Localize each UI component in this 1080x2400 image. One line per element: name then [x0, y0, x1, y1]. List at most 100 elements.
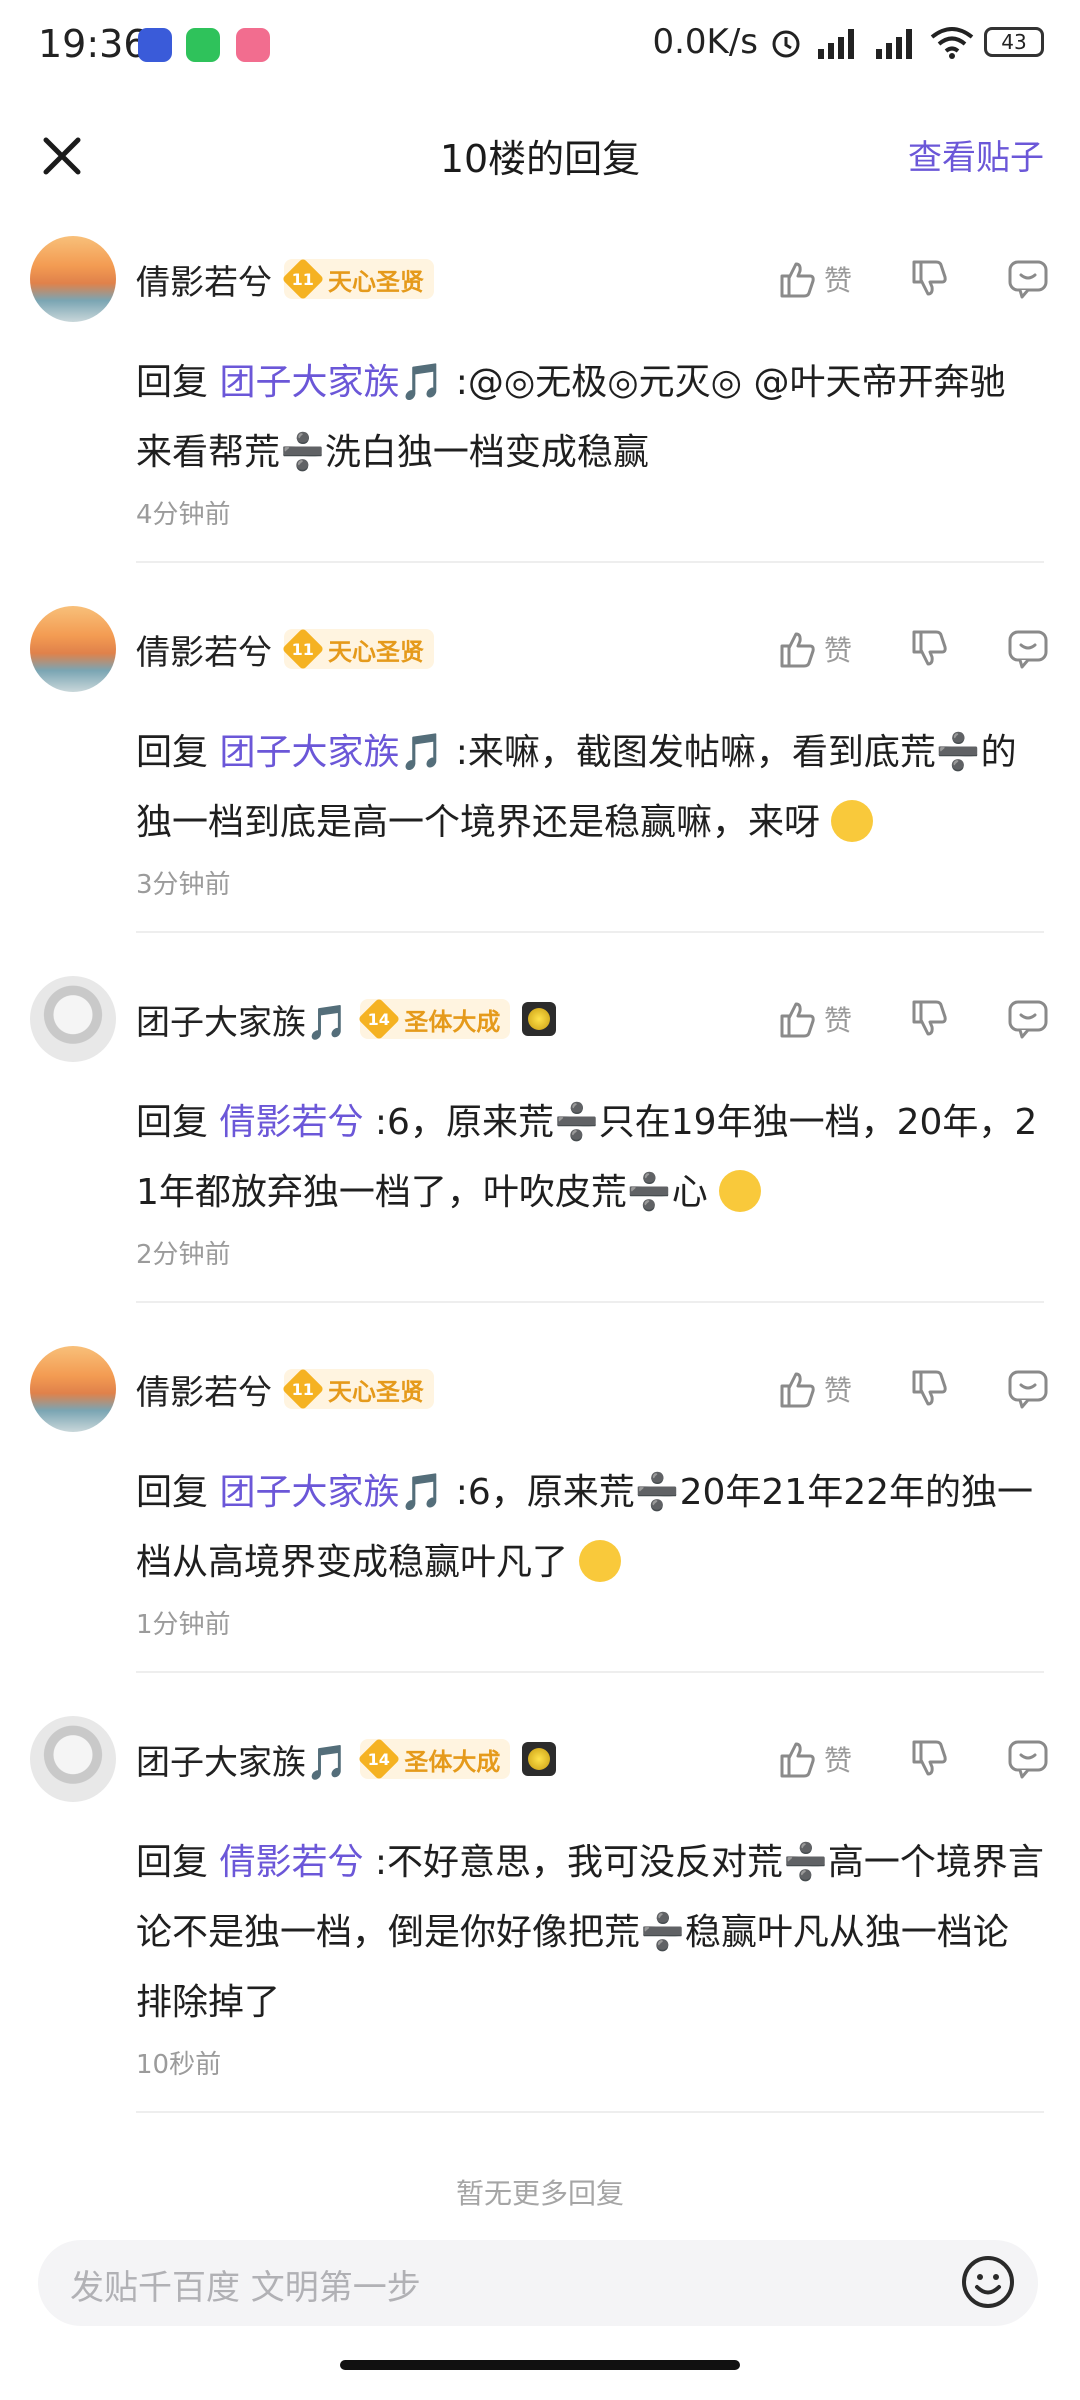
thumbs-down-icon	[912, 630, 947, 666]
view-post-link[interactable]: 查看贴子	[908, 130, 1044, 179]
like-button[interactable]: 赞	[776, 258, 852, 300]
thumbs-up-icon	[780, 632, 815, 668]
status-right: 0.0K/s 43	[652, 22, 1044, 62]
thumbs-down-icon	[912, 1000, 947, 1036]
reply-content[interactable]: 回复 倩影若兮 :不好意思，我可没反对荒➗高一个境界言论不是独一档，倒是你好像把…	[136, 1828, 1044, 2038]
level-number: 11	[291, 269, 315, 289]
level-gem-icon: 14	[358, 1737, 401, 1781]
comment-icon	[1008, 1370, 1048, 1409]
reply-content[interactable]: 回复 倩影若兮 :6，原来荒➗只在19年独一档，20年，21年都放弃独一档了，叶…	[136, 1088, 1044, 1228]
thumbs-down-icon	[912, 260, 947, 296]
like-button[interactable]: 赞	[776, 998, 852, 1040]
dislike-button[interactable]	[908, 628, 950, 670]
level-gem-icon: 14	[358, 997, 401, 1041]
level-badge: 11 天心圣贤	[281, 627, 434, 671]
divider	[136, 1301, 1044, 1303]
reply-actions: 赞	[776, 982, 1050, 1056]
home-indicator[interactable]	[340, 2360, 740, 2370]
comment-icon	[1008, 1000, 1048, 1039]
rank-title: 圣体大成	[404, 1747, 501, 1776]
level-badge: 11 天心圣贤	[281, 1367, 434, 1411]
emoji-sticker-icon	[831, 800, 874, 842]
reply-target-user[interactable]: 团子大家族🎵	[219, 1472, 444, 1513]
status-bar: 19:36 0.0K/s 43	[0, 0, 1080, 96]
reply-content[interactable]: 回复 团子大家族🎵 :@◎无极◎元灭◎ @叶天帝开奔驰 来看帮荒➗洗白独一档变成…	[136, 348, 1044, 488]
level-gem-icon: 11	[281, 627, 325, 671]
thumbs-up-icon	[780, 1742, 815, 1778]
level-badge: 14 圣体大成	[358, 1737, 511, 1781]
like-label: 赞	[823, 1744, 852, 1777]
reply-content[interactable]: 回复 团子大家族🎵 :来嘛，截图发帖嘛，看到底荒➗的独一档到底是高一个境界还是稳…	[136, 718, 1044, 858]
rank-title: 天心圣贤	[328, 1377, 424, 1406]
reply-time: 3分钟前	[136, 870, 231, 900]
comment-icon	[1008, 1740, 1048, 1779]
thumbs-up-icon	[780, 1372, 815, 1408]
avatar[interactable]	[30, 1716, 116, 1802]
signal-hd-icon	[818, 29, 854, 59]
level-number: 11	[291, 1379, 315, 1399]
medal-icon	[522, 1002, 557, 1036]
thumbs-down-icon	[912, 1370, 947, 1406]
reply-item[interactable]: 团子大家族🎵 14 圣体大成 赞 回复 倩影若兮 :6，原来荒➗只在19年独一档…	[0, 976, 1080, 1303]
reply-target-user[interactable]: 团子大家族🎵	[219, 732, 444, 773]
reply-prefix: 回复	[136, 732, 220, 773]
reply-time: 2分钟前	[136, 1240, 231, 1270]
reply-prefix: 回复	[136, 1842, 220, 1883]
level-badge: 11 天心圣贤	[281, 257, 434, 301]
no-more-replies: 暂无更多回复	[455, 2177, 624, 2210]
like-label: 赞	[823, 1004, 852, 1037]
comment-button[interactable]	[1006, 628, 1050, 670]
medal-icon	[522, 1742, 557, 1776]
smiley-icon	[962, 2256, 1014, 2308]
like-button[interactable]: 赞	[776, 628, 852, 670]
reply-content[interactable]: 回复 团子大家族🎵 :6，原来荒➗20年21年22年的独一档从高境界变成稳赢叶凡…	[136, 1458, 1044, 1598]
level-gem-icon: 11	[281, 1367, 325, 1411]
reply-target-user[interactable]: 倩影若兮	[219, 1102, 363, 1143]
username[interactable]: 倩影若兮	[136, 625, 272, 674]
username[interactable]: 团子大家族🎵	[136, 1735, 348, 1784]
reply-item[interactable]: 倩影若兮 11 天心圣贤 赞 回复 团子大家族🎵 :@◎无极◎元灭◎ @叶天帝开…	[0, 236, 1080, 563]
reply-target-user[interactable]: 倩影若兮	[219, 1842, 363, 1883]
level-number: 14	[368, 1009, 391, 1029]
like-label: 赞	[823, 634, 852, 667]
rank-title: 天心圣贤	[328, 637, 424, 666]
comment-button[interactable]	[1006, 1368, 1050, 1410]
avatar[interactable]	[30, 236, 116, 322]
avatar[interactable]	[30, 1346, 116, 1432]
username[interactable]: 倩影若兮	[136, 1365, 272, 1414]
like-button[interactable]: 赞	[776, 1738, 852, 1780]
comment-button[interactable]	[1006, 1738, 1050, 1780]
reply-input[interactable]: 发贴千百度 文明第一步	[38, 2240, 1038, 2326]
dislike-button[interactable]	[908, 1738, 950, 1780]
username[interactable]: 团子大家族🎵	[136, 995, 348, 1044]
reply-item[interactable]: 倩影若兮 11 天心圣贤 赞 回复 团子大家族🎵 :6，原来荒➗20年21年22…	[0, 1346, 1080, 1673]
rank-title: 圣体大成	[404, 1007, 501, 1036]
reply-actions: 赞	[776, 1722, 1050, 1796]
dislike-button[interactable]	[908, 998, 950, 1040]
level-number: 14	[368, 1749, 391, 1769]
comment-button[interactable]	[1006, 998, 1050, 1040]
emoji-button[interactable]	[960, 2254, 1016, 2310]
emoji-sticker-icon	[579, 1540, 622, 1582]
username[interactable]: 倩影若兮	[136, 255, 272, 304]
avatar[interactable]	[30, 606, 116, 692]
status-time: 19:36	[38, 22, 148, 66]
like-label: 赞	[823, 1374, 852, 1407]
level-badge: 14 圣体大成	[358, 997, 511, 1041]
dislike-button[interactable]	[908, 258, 950, 300]
wifi-icon	[930, 27, 974, 59]
rank-title: 天心圣贤	[328, 267, 424, 296]
header-bar: 10楼的回复 查看贴子	[0, 110, 1080, 200]
wechat-icon	[186, 28, 220, 62]
reply-item[interactable]: 倩影若兮 11 天心圣贤 赞 回复 团子大家族🎵 :来嘛，截图发帖嘛，看到底荒➗…	[0, 606, 1080, 933]
avatar[interactable]	[30, 976, 116, 1062]
battery-level: 43	[1001, 30, 1027, 54]
reply-actions: 赞	[776, 612, 1050, 686]
level-gem-icon: 11	[281, 257, 325, 301]
comment-button[interactable]	[1006, 258, 1050, 300]
bilibili-icon	[236, 28, 270, 62]
reply-item[interactable]: 团子大家族🎵 14 圣体大成 赞 回复 倩影若兮 :不好意思，我可没反对荒➗高一…	[0, 1716, 1080, 2113]
like-button[interactable]: 赞	[776, 1368, 852, 1410]
dislike-button[interactable]	[908, 1368, 950, 1410]
reply-target-user[interactable]: 团子大家族🎵	[219, 362, 444, 403]
